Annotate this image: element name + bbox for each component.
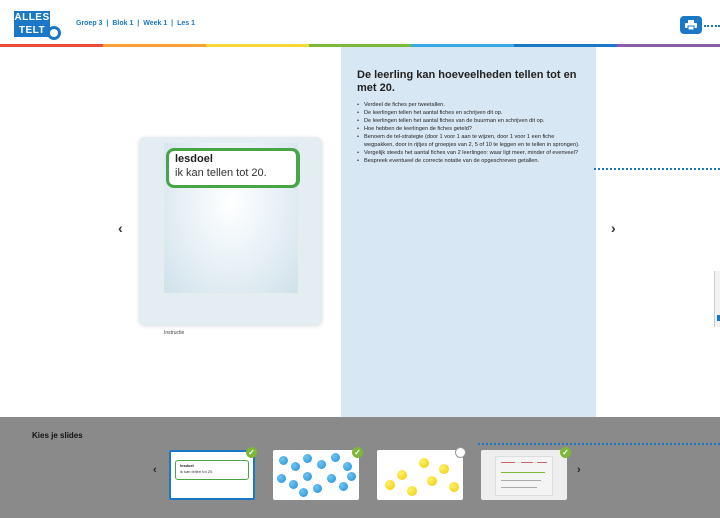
yellow-fiche (407, 486, 417, 496)
slide-selected-check-icon[interactable]: ✓ (560, 447, 571, 458)
picker-prev-button[interactable]: ‹ (153, 464, 157, 476)
main-area: ‹ lesdoel ik kan tellen tot 20. Instruct… (0, 47, 720, 417)
worksheet-line (521, 462, 533, 463)
worksheet-line (537, 462, 547, 463)
slide-thumb-blue-dots[interactable] (273, 450, 359, 500)
breadcrumb-separator: | (171, 20, 174, 27)
slide-thumb-lesdoel[interactable]: lesdoel ik kan tellen tot 20. (169, 450, 255, 500)
breadcrumb-week[interactable]: Week 1 (143, 20, 167, 27)
logo-circle-icon (47, 26, 61, 40)
slide-selected-check-icon[interactable]: ✓ (352, 447, 363, 458)
blue-fiche (327, 474, 336, 483)
blue-fiche (317, 460, 326, 469)
yellow-fiche (427, 476, 437, 486)
notes-title: De leerling kan hoeveelheden tellen tot … (357, 69, 577, 94)
yellow-fiche (439, 464, 449, 474)
notes-item: De leerlingen tellen het aantal fiches e… (357, 109, 585, 117)
blue-fiche (291, 462, 300, 471)
mini-lesdoel-box: lesdoel ik kan tellen tot 20. (175, 460, 249, 480)
yellow-fiche (397, 470, 407, 480)
blue-fiche (347, 472, 356, 481)
notes-item: Vergelijk steeds het aantal fiches van 2… (357, 149, 585, 157)
notes-item: Verdeel de fiches per tweetallen. (357, 101, 585, 109)
blue-fiche (279, 456, 288, 465)
worksheet-line (501, 472, 545, 473)
breadcrumb-separator: | (106, 20, 109, 27)
annotation-dotted-line (594, 168, 720, 170)
blue-fiche (303, 472, 312, 481)
next-slide-button[interactable]: › (611, 220, 616, 236)
annotation-dotted-line (478, 443, 720, 445)
worksheet-line (501, 480, 541, 481)
annotation-dotted-line (704, 25, 720, 27)
teacher-notes-panel: De leerling kan hoeveelheden tellen tot … (341, 47, 596, 417)
side-preview-edge (714, 271, 720, 327)
notes-item: Hoe hebben de leerlingen de fiches getel… (357, 125, 585, 133)
slide-thumb-yellow-dots[interactable] (377, 450, 463, 500)
notes-list: Verdeel de fiches per tweetallen. De lee… (357, 101, 585, 165)
blue-fiche (299, 488, 308, 497)
breadcrumb: Groep 3 | Blok 1 | Week 1 | Les 1 (76, 20, 197, 27)
slide-caption: Instructie (164, 330, 185, 336)
yellow-fiche (419, 458, 429, 468)
lesdoel-title: lesdoel (175, 153, 213, 165)
slide-thumb-worksheet[interactable] (481, 450, 567, 500)
slide-selected-check-icon[interactable]: ✓ (246, 447, 257, 458)
slide-unselected-circle-icon[interactable] (455, 447, 466, 458)
worksheet-line (501, 487, 537, 488)
blue-fiche (289, 480, 298, 489)
blue-fiche (339, 482, 348, 491)
print-button[interactable] (680, 16, 702, 34)
mini-lesdoel-text: ik kan tellen tot 20. (180, 469, 214, 474)
blue-fiche (343, 462, 352, 471)
printer-icon (685, 20, 697, 30)
notes-item: Benoem de tel-strategie (door 1 voor 1 a… (357, 133, 585, 149)
blue-fiche (331, 453, 340, 462)
lesdoel-text: ik kan tellen tot 20. (175, 167, 267, 179)
slide-picker-title: Kies je slides (32, 431, 83, 440)
alles-telt-logo[interactable]: ALLES TELT (14, 11, 72, 40)
breadcrumb-separator: | (137, 20, 140, 27)
worksheet-line (501, 462, 515, 463)
previous-slide-button[interactable]: ‹ (118, 220, 123, 236)
logo-bottom: TELT (14, 24, 50, 37)
notes-item: De leerlingen tellen het aantal fiches v… (357, 117, 585, 125)
slide-picker: Kies je slides ‹ lesdoel ik kan tellen t… (0, 417, 720, 518)
breadcrumb-lesson[interactable]: Les 1 (177, 20, 195, 27)
blue-fiche (313, 484, 322, 493)
blue-fiche (303, 454, 312, 463)
lesson-page: ALLES TELT Groep 3 | Blok 1 | Week 1 | L… (0, 0, 720, 518)
notes-item: Bespreek eventueel de correcte notatie v… (357, 157, 585, 165)
mini-lesdoel-title: lesdoel (180, 463, 194, 468)
blue-fiche (277, 474, 286, 483)
header: ALLES TELT Groep 3 | Blok 1 | Week 1 | L… (0, 0, 720, 47)
picker-next-button[interactable]: › (577, 464, 581, 476)
logo-top: ALLES (14, 11, 50, 24)
breadcrumb-group[interactable]: Groep 3 (76, 20, 102, 27)
breadcrumb-block[interactable]: Blok 1 (112, 20, 133, 27)
yellow-fiche (449, 482, 459, 492)
yellow-fiche (385, 480, 395, 490)
